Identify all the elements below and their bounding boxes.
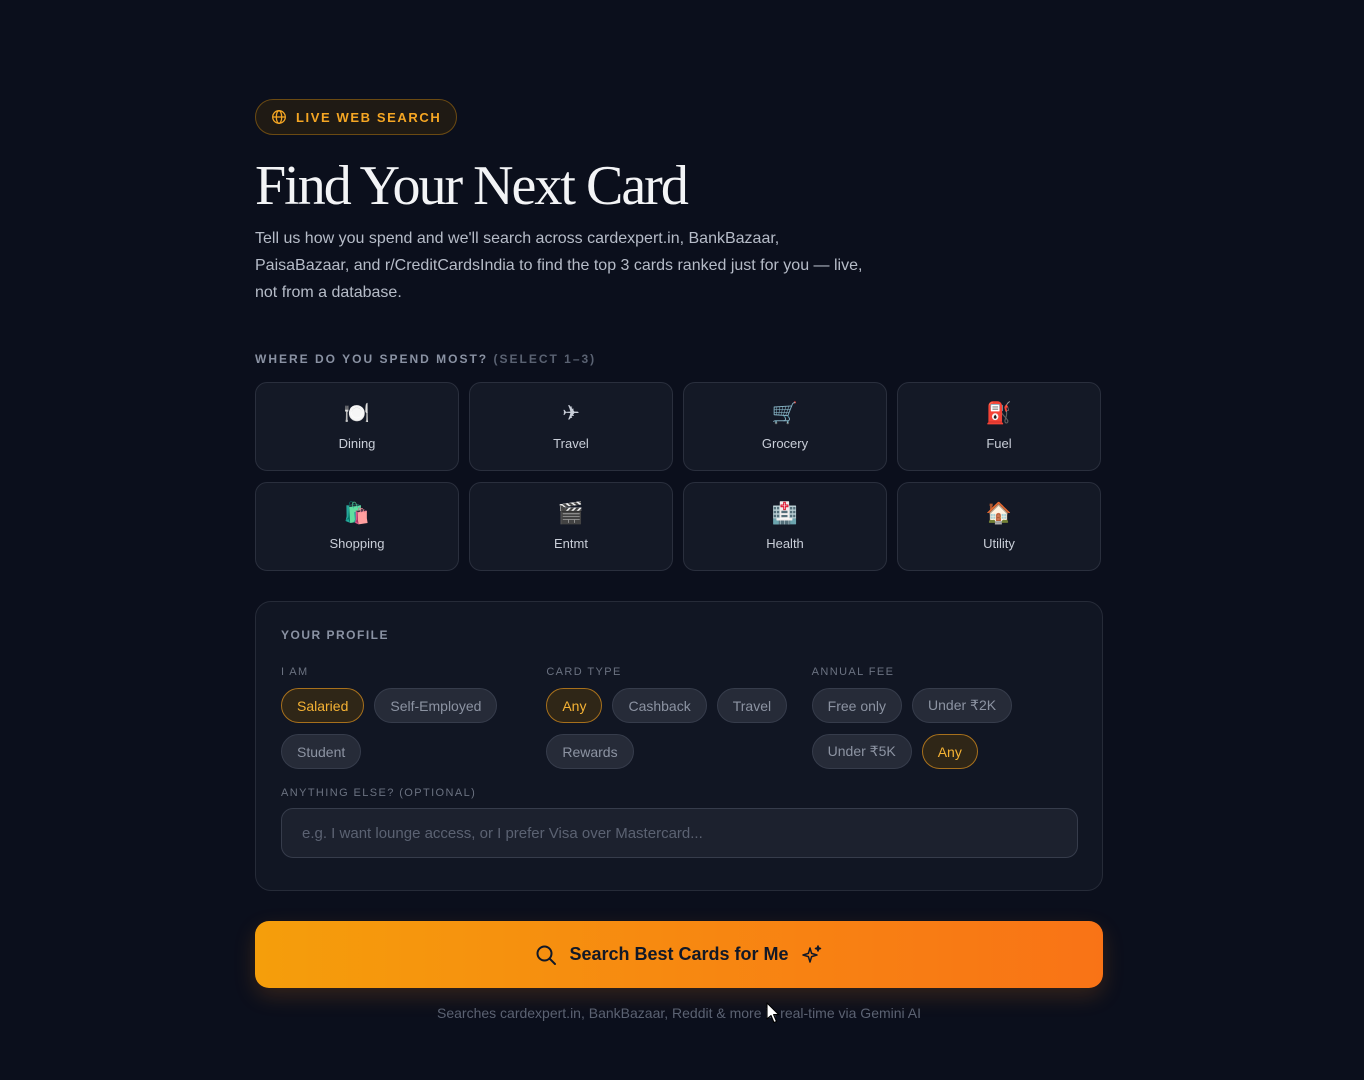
- search-best-cards-button[interactable]: Search Best Cards for Me: [255, 921, 1103, 988]
- search-button-label: Search Best Cards for Me: [569, 944, 789, 964]
- profile-panel: YOUR PROFILE I AM Salaried Self-Employed…: [255, 601, 1103, 891]
- chip-free-only[interactable]: Free only: [811, 688, 903, 723]
- chip-cashback[interactable]: Cashback: [612, 688, 707, 723]
- chip-under-2k[interactable]: Under ₹2K: [912, 688, 1013, 723]
- card-type-group: CARD TYPE Any Cashback Travel Rewards: [546, 666, 811, 769]
- chip-student[interactable]: Student: [281, 734, 362, 769]
- category-label: Utility: [983, 536, 1015, 551]
- cart-icon: 🛒: [771, 402, 799, 425]
- live-web-search-badge: LIVE WEB SEARCH: [255, 99, 458, 135]
- shopping-bags-icon: 🛍️: [343, 502, 371, 525]
- chip-any-card-type[interactable]: Any: [546, 688, 603, 723]
- category-travel[interactable]: ✈ Travel: [469, 382, 673, 471]
- category-label: Shopping: [329, 536, 385, 551]
- card-type-options: Any Cashback Travel Rewards: [546, 688, 796, 769]
- chip-self-employed[interactable]: Self-Employed: [374, 688, 498, 723]
- category-dining[interactable]: 🍽️ Dining: [255, 382, 459, 471]
- page-title: Find Your Next Card: [255, 155, 689, 217]
- globe-icon: [272, 110, 286, 124]
- dining-icon: 🍽️: [343, 402, 371, 425]
- annual-fee-options: Free only Under ₹2K Under ₹5K Any: [811, 688, 1062, 769]
- chip-under-5k[interactable]: Under ₹5K: [811, 734, 912, 769]
- category-health[interactable]: 🏥 Health: [683, 482, 887, 571]
- clapperboard-icon: 🎬: [557, 502, 585, 525]
- category-shopping[interactable]: 🛍️ Shopping: [255, 482, 459, 571]
- chip-salaried[interactable]: Salaried: [281, 688, 365, 723]
- card-type-label: CARD TYPE: [546, 666, 622, 678]
- category-grid: 🍽️ Dining ✈ Travel 🛒 Grocery ⛽ Fuel 🛍️ S…: [255, 382, 1103, 571]
- page-subtitle: Tell us how you spend and we'll search a…: [255, 230, 863, 301]
- category-label: Entmt: [554, 536, 588, 551]
- house-icon: 🏠: [985, 502, 1013, 525]
- search-icon: [536, 945, 557, 965]
- i-am-label: I AM: [281, 666, 309, 678]
- spend-label: WHERE DO YOU SPEND MOST?: [255, 352, 489, 366]
- chip-rewards[interactable]: Rewards: [546, 734, 634, 769]
- category-label: Dining: [338, 436, 376, 451]
- spend-section-label: WHERE DO YOU SPEND MOST? (SELECT 1–3): [255, 352, 1103, 366]
- i-am-options: Salaried Self-Employed Student: [281, 688, 531, 769]
- profile-columns: I AM Salaried Self-Employed Student CARD…: [281, 666, 1077, 769]
- category-label: Health: [766, 536, 804, 551]
- i-am-group: I AM Salaried Self-Employed Student: [281, 666, 546, 769]
- chip-any-fee[interactable]: Any: [921, 734, 978, 769]
- category-fuel[interactable]: ⛽ Fuel: [897, 382, 1101, 471]
- category-label: Fuel: [986, 436, 1012, 451]
- hospital-icon: 🏥: [771, 502, 799, 525]
- chip-travel[interactable]: Travel: [716, 688, 788, 723]
- annual-fee-label: ANNUAL FEE: [811, 666, 895, 678]
- extra-label: ANYTHING ELSE? (OPTIONAL): [281, 787, 477, 799]
- airplane-icon: ✈: [562, 402, 580, 425]
- spend-hint: (SELECT 1–3): [493, 352, 597, 366]
- extra-preferences-input[interactable]: [281, 808, 1078, 858]
- badge-label: LIVE WEB SEARCH: [296, 109, 442, 125]
- page: LIVE WEB SEARCH Find Your Next Card Tell…: [0, 0, 1364, 1080]
- search-footnote: Searches cardexpert.in, BankBazaar, Redd…: [437, 1005, 921, 1021]
- sparkle-icon: [801, 944, 821, 963]
- category-grocery[interactable]: 🛒 Grocery: [683, 382, 887, 471]
- annual-fee-group: ANNUAL FEE Free only Under ₹2K Under ₹5K…: [811, 666, 1077, 769]
- category-label: Travel: [553, 436, 589, 451]
- category-utility[interactable]: 🏠 Utility: [897, 482, 1101, 571]
- profile-title: YOUR PROFILE: [281, 628, 390, 642]
- fuel-pump-icon: ⛽: [985, 402, 1013, 425]
- category-label: Grocery: [761, 436, 809, 451]
- main-content: LIVE WEB SEARCH Find Your Next Card Tell…: [255, 99, 1103, 1021]
- mouse-cursor-icon: [766, 1002, 780, 1024]
- category-entertainment[interactable]: 🎬 Entmt: [469, 482, 673, 571]
